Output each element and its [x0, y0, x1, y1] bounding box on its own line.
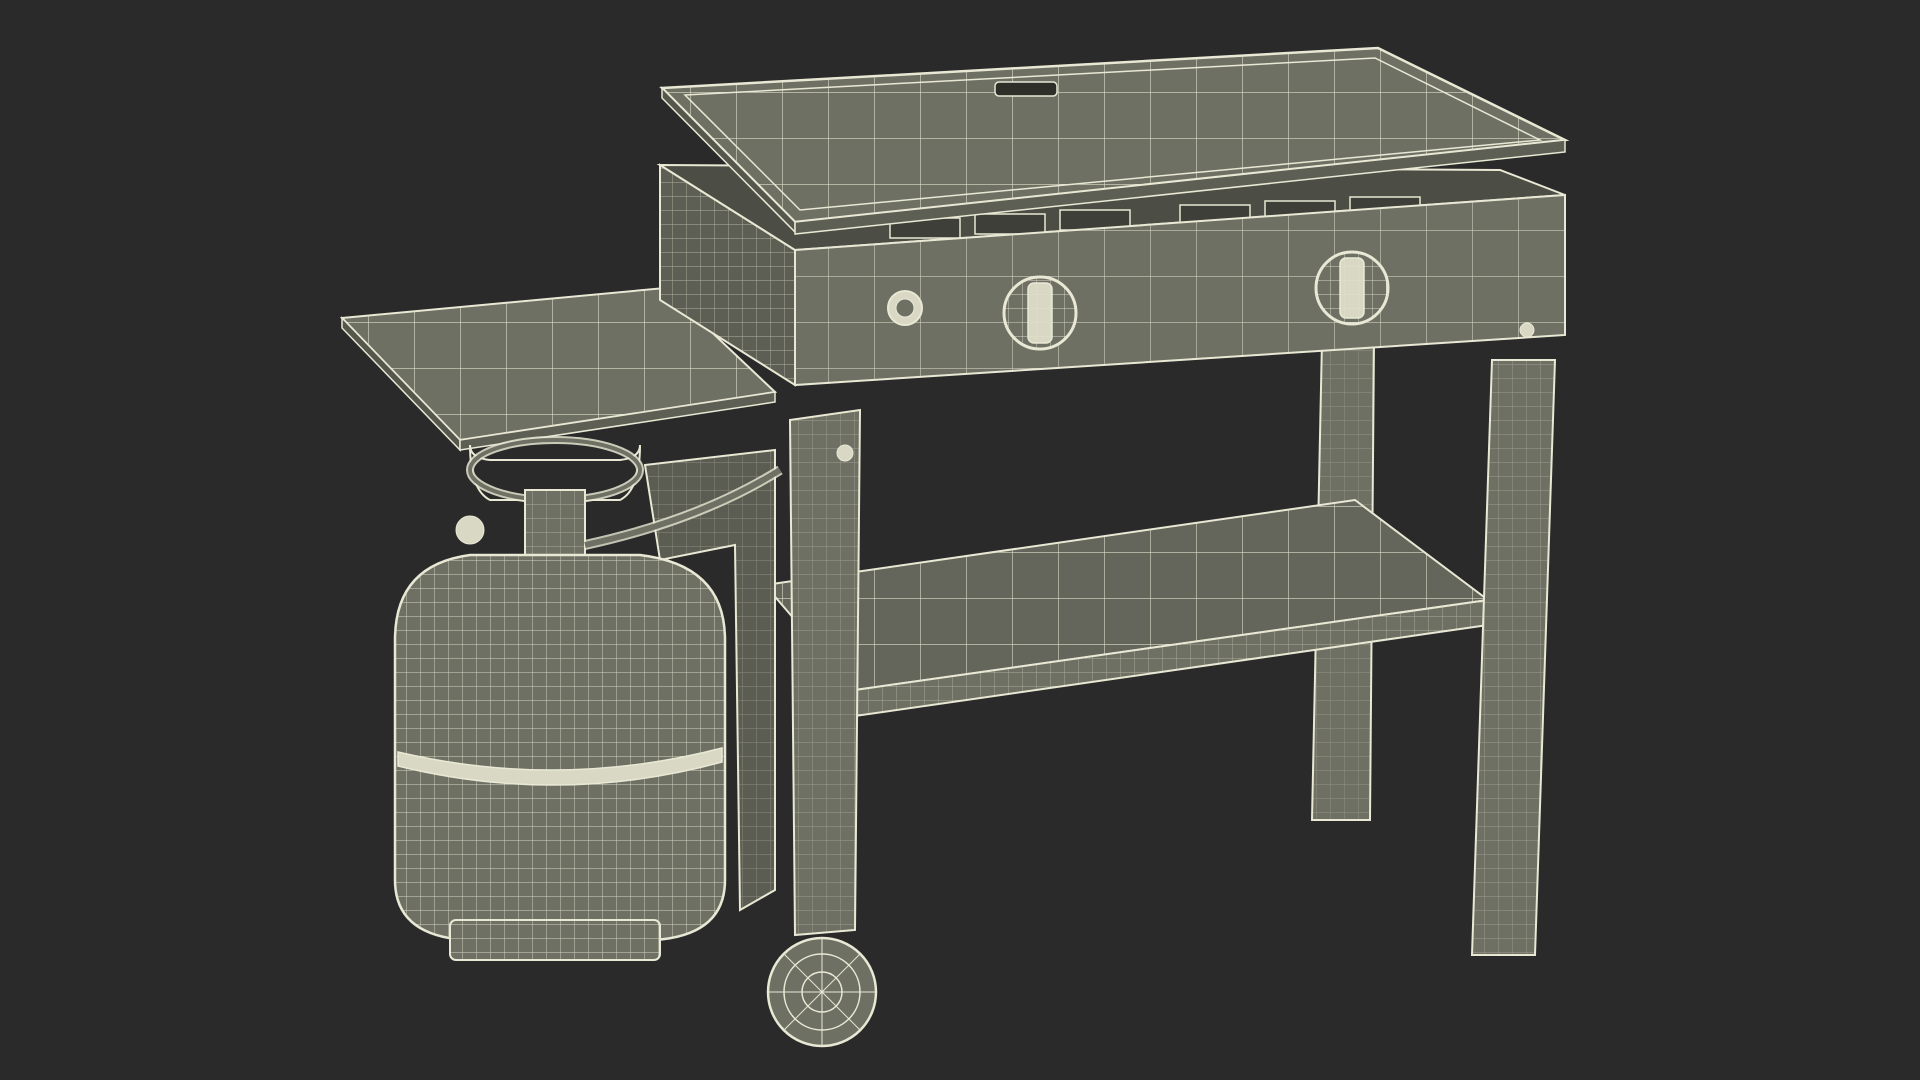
render-viewport	[0, 0, 1920, 1080]
burner-knob-left	[1002, 275, 1078, 351]
burner-knob-right	[1314, 250, 1390, 326]
wireframe-render	[339, 46, 1570, 1048]
front-right-leg	[1470, 359, 1557, 956]
ignition-button	[887, 290, 923, 326]
panel-bolt	[1519, 322, 1535, 338]
lower-shelf	[763, 498, 1491, 718]
caster-wheel	[766, 936, 878, 1048]
plate-handle-slot	[994, 81, 1058, 97]
front-left-leg	[788, 408, 862, 937]
